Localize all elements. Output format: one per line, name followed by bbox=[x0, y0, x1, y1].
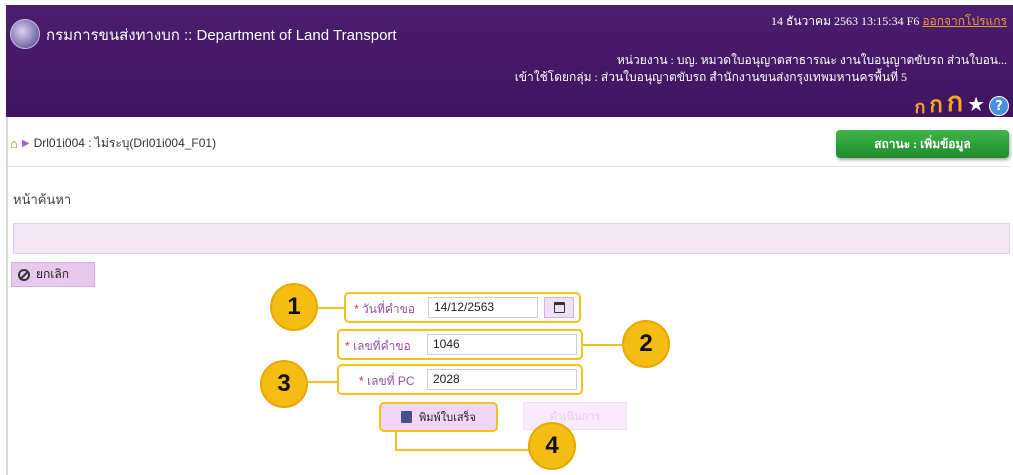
pc-no-label: * เลขที่ PC bbox=[359, 374, 415, 388]
callout-2-connector bbox=[582, 344, 622, 346]
cancel-button[interactable]: ยกเลิก bbox=[11, 262, 95, 287]
request-date-label: * วันที่คำขอ bbox=[354, 302, 416, 316]
logout-link[interactable]: ออกจากโปรแกร bbox=[922, 14, 1007, 28]
font-small-button[interactable]: ก bbox=[914, 98, 925, 116]
star-icon[interactable]: ★ bbox=[967, 92, 985, 116]
arrow-right-icon: ▶ bbox=[21, 138, 30, 149]
book-icon bbox=[401, 411, 413, 423]
print-receipt-label: พิมพ์ใบเสร็จ bbox=[419, 412, 476, 424]
calendar-button[interactable] bbox=[544, 297, 574, 318]
pc-no-field[interactable]: 2028 bbox=[427, 369, 577, 390]
search-panel bbox=[13, 223, 1010, 254]
callout-1-connector bbox=[315, 307, 345, 309]
request-date-field[interactable]: 14/12/2563 bbox=[428, 297, 538, 318]
print-receipt-button[interactable]: พิมพ์ใบเสร็จ bbox=[379, 402, 498, 432]
callout-1: 1 bbox=[270, 283, 318, 331]
home-icon[interactable]: ⌂ bbox=[10, 136, 18, 151]
callout-3: 3 bbox=[260, 360, 308, 408]
help-icon[interactable]: ? bbox=[989, 96, 1009, 116]
pc-no-row: * เลขที่ PC 2028 bbox=[337, 364, 583, 395]
callout-4: 4 bbox=[528, 422, 576, 470]
status-button[interactable]: สถานะ : เพิ่มข้อมูล bbox=[836, 130, 1009, 158]
callout-4-connector-v bbox=[395, 431, 397, 451]
request-date-row: * วันที่คำขอ 14/12/2563 bbox=[344, 292, 581, 323]
font-medium-button[interactable]: ก bbox=[929, 94, 942, 116]
datetime-text: 14 ธันวาคม 2563 13:15:34 F6 bbox=[771, 14, 920, 28]
font-size-tools: ก ก ก ★ ? bbox=[914, 89, 1009, 116]
dlt-logo-icon bbox=[10, 19, 40, 49]
breadcrumb: ⌂ ▶ Drl01i004 : ไม่ระบุ(Drl01i004_F01) bbox=[10, 134, 216, 153]
cancel-label: ยกเลิก bbox=[36, 267, 70, 281]
request-no-label: * เลขที่คำขอ bbox=[345, 339, 411, 353]
callout-3-connector bbox=[305, 381, 338, 383]
font-large-button[interactable]: ก bbox=[947, 89, 963, 116]
callout-4-connector-h bbox=[395, 449, 532, 451]
app-header: กรมการขนส่งทางบก :: Department of Land T… bbox=[6, 5, 1013, 117]
session-datetime: 14 ธันวาคม 2563 13:15:34 F6 ออกจากโปรแกร bbox=[771, 12, 1007, 31]
request-no-row: * เลขที่คำขอ 1046 bbox=[337, 329, 583, 360]
breadcrumb-text: Drl01i004 : ไม่ระบุ(Drl01i004_F01) bbox=[33, 136, 217, 150]
content-border bbox=[6, 117, 8, 475]
divider bbox=[6, 166, 1010, 167]
app-title: กรมการขนส่งทางบก :: Department of Land T… bbox=[46, 27, 397, 44]
calendar-icon bbox=[553, 302, 565, 313]
request-no-field[interactable]: 1046 bbox=[427, 334, 577, 355]
callout-2: 2 bbox=[622, 320, 670, 368]
group-info: เข้าใช้โดยกลุ่ม : ส่วนใบอนุญาตขับรถ สำนั… bbox=[514, 70, 907, 84]
section-title: หน้าค้นหา bbox=[13, 192, 72, 207]
ban-icon bbox=[18, 268, 30, 281]
